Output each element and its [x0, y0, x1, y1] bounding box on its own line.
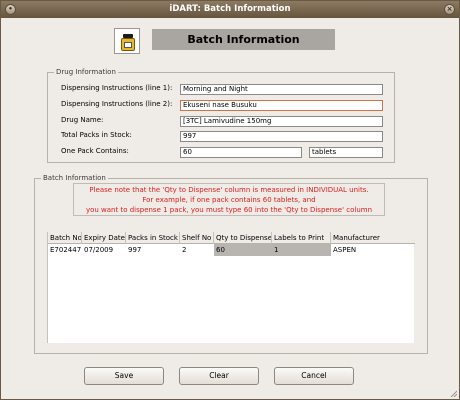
dispensing-instructions-1-input[interactable]: Morning and Night	[180, 84, 383, 95]
dispensing-instructions-2-input[interactable]: Ekuseni nase Busuku	[180, 100, 383, 111]
drug-information-legend: Drug Information	[56, 68, 116, 76]
notice-line-3: you want to dispense 1 pack, you must ty…	[85, 206, 373, 214]
cancel-button[interactable]: Cancel	[274, 367, 354, 385]
window-close-icon[interactable]: ×	[444, 4, 455, 15]
notice-line-2: For example, if one pack contains 60 tab…	[142, 196, 316, 204]
cell-packs-in-stock: 997	[128, 246, 142, 254]
window-title: iDART: Batch Information	[169, 4, 291, 14]
notice-line-1: Please note that the 'Qty to Dispense' c…	[89, 186, 369, 194]
column-header-shelf-no[interactable]: Shelf No	[180, 232, 214, 244]
total-packs-field[interactable]: 997	[180, 131, 383, 142]
drug-name-label: Drug Name:	[61, 116, 104, 124]
resize-grip-icon[interactable]	[449, 389, 457, 397]
cell-expiry-date: 07/2009	[84, 246, 114, 254]
total-packs-label: Total Packs in Stock:	[61, 131, 132, 139]
column-header-packs-in-stock[interactable]: Packs in Stock	[126, 232, 180, 244]
window-titlebar: iDART: Batch Information • ×	[1, 1, 459, 18]
batch-information-legend: Batch Information	[43, 174, 106, 182]
cell-labels-to-print[interactable]: 1	[272, 244, 331, 256]
qty-notice: Please note that the 'Qty to Dispense' c…	[73, 183, 385, 216]
cell-batch-no: E702447	[50, 246, 82, 254]
save-button[interactable]: Save	[84, 367, 164, 385]
window-menu-icon[interactable]: •	[5, 4, 16, 15]
batch-table[interactable]: Batch No Expiry Date Packs in Stock Shel…	[47, 232, 415, 343]
page-title: Batch Information	[152, 29, 335, 50]
drug-name-field[interactable]: [3TC] Lamivudine 150mg	[180, 116, 383, 127]
column-header-batch-no[interactable]: Batch No	[48, 232, 82, 244]
column-header-qty-to-dispense[interactable]: Qty to Dispense	[214, 232, 272, 244]
column-header-manufacturer[interactable]: Manufacturer	[331, 232, 415, 244]
pack-contains-field[interactable]: 60	[180, 147, 302, 158]
cell-shelf-no: 2	[182, 246, 187, 254]
medicine-bottle-icon	[114, 28, 140, 54]
cell-qty-to-dispense[interactable]: 60	[214, 244, 272, 256]
column-header-labels-to-print[interactable]: Labels to Print	[272, 232, 331, 244]
column-header-expiry-date[interactable]: Expiry Date	[82, 232, 126, 244]
batch-information-window: iDART: Batch Information • × Batch Infor…	[0, 0, 460, 400]
cell-manufacturer: ASPEN	[333, 246, 357, 254]
table-row[interactable]: E702447 07/2009 997 2 60 1 ASPEN	[48, 244, 415, 256]
dispensing-instructions-2-label: Dispensing Instructions (line 2):	[61, 100, 173, 108]
dispensing-instructions-1-label: Dispensing Instructions (line 1):	[61, 84, 173, 92]
pack-contains-label: One Pack Contains:	[61, 147, 129, 155]
pack-unit-field[interactable]: tablets	[309, 147, 383, 158]
table-header: Batch No Expiry Date Packs in Stock Shel…	[48, 232, 415, 244]
clear-button[interactable]: Clear	[179, 367, 259, 385]
